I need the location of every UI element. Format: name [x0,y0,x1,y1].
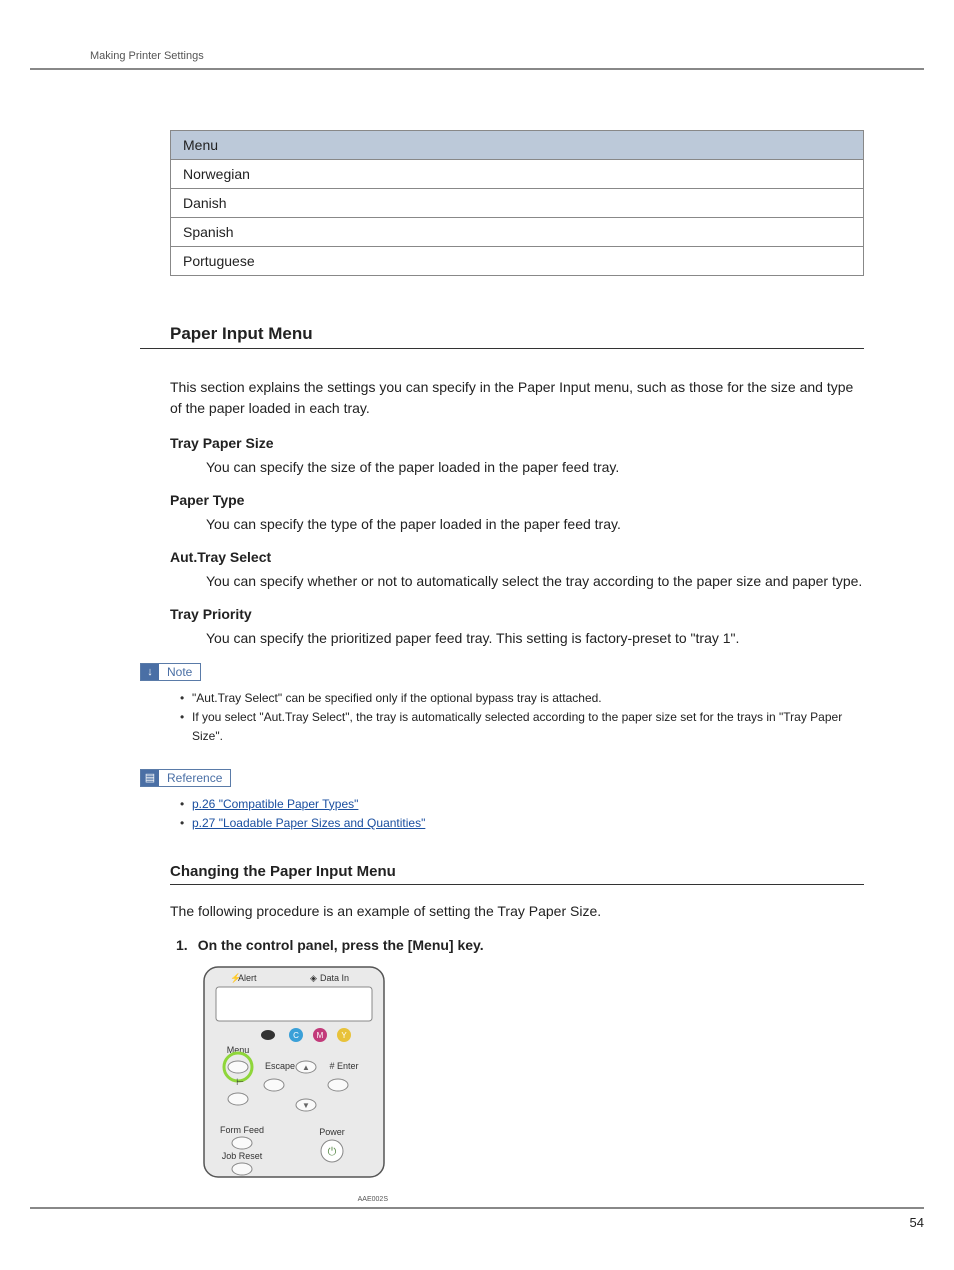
escape-button[interactable] [264,1079,284,1091]
svg-text:# Enter: # Enter [329,1061,358,1071]
svg-text:Data In: Data In [320,973,349,983]
procedure-intro: The following procedure is an example of… [170,903,864,919]
data-in-label: ◈ [310,973,317,983]
menu-table-header: Menu [171,131,864,160]
step-list: 1. On the control panel, press the [Menu… [176,937,864,953]
page-number: 54 [910,1215,924,1230]
step-item: 1. On the control panel, press the [Menu… [176,937,864,953]
section-intro: This section explains the settings you c… [170,377,864,419]
note-bullet: "Aut.Tray Select" can be specified only … [180,689,864,708]
note-list: "Aut.Tray Select" can be specified only … [180,689,864,747]
item-title: Aut.Tray Select [170,549,864,565]
item-desc: You can specify the size of the paper lo… [206,457,864,478]
document-icon: ▤ [141,770,159,786]
arrow-up-icon: ▲ [302,1063,310,1072]
item-title: Paper Type [170,492,864,508]
reference-callout: ▤ Reference [140,769,231,787]
reference-list: p.26 "Compatible Paper Types" p.27 "Load… [180,795,864,833]
menu-button[interactable] [228,1061,248,1073]
menu-row: Portuguese [171,247,864,276]
item-title: Tray Priority [170,606,864,622]
item-title: Tray Paper Size [170,435,864,451]
online-button[interactable] [228,1093,248,1105]
step-text: On the control panel, press the [Menu] k… [198,937,484,953]
page-footer: 54 [30,1207,924,1230]
menu-row: Spanish [171,218,864,247]
menu-row: Norwegian [171,160,864,189]
subsection-title: Changing the Paper Input Menu [170,863,864,885]
arrow-down-icon: ▼ [302,1101,310,1110]
form-feed-button[interactable] [232,1137,252,1149]
menu-table: Menu Norwegian Danish Spanish Portuguese [170,130,864,276]
running-title: Making Printer Settings [90,50,204,62]
svg-text:Power: Power [319,1127,345,1137]
enter-button[interactable] [328,1079,348,1091]
control-panel-figure: ⚡ Alert ◈ Data In C M Y Menu Escape ▲ # [202,965,864,1210]
item-desc: You can specify the prioritized paper fe… [206,628,864,649]
job-reset-button[interactable] [232,1163,252,1175]
reference-link[interactable]: p.27 "Loadable Paper Sizes and Quantitie… [192,816,425,830]
menu-row: Danish [171,189,864,218]
note-label: Note [159,665,200,679]
item-desc: You can specify whether or not to automa… [206,571,864,592]
setting-item: Aut.Tray Select You can specify whether … [170,549,864,592]
reference-link[interactable]: p.26 "Compatible Paper Types" [192,797,358,811]
svg-text:Escape: Escape [265,1061,295,1071]
control-panel-svg: ⚡ Alert ◈ Data In C M Y Menu Escape ▲ # [202,965,392,1205]
online-label: ⊢ [236,1077,244,1087]
note-callout: ↓ Note [140,663,201,681]
svg-text:Alert: Alert [238,973,257,983]
svg-text:Form Feed: Form Feed [220,1125,264,1135]
reference-label: Reference [159,771,230,785]
note-bullet: If you select "Aut.Tray Select", the tra… [180,708,864,746]
setting-item: Tray Priority You can specify the priori… [170,606,864,649]
arrow-down-icon: ↓ [141,664,159,680]
figure-code: AAE002S [358,1196,389,1203]
svg-text:C: C [293,1031,299,1040]
item-desc: You can specify the type of the paper lo… [206,514,864,535]
step-number: 1. [176,937,188,953]
running-header: Making Printer Settings [30,0,924,70]
power-icon: ⏻ [328,1146,337,1158]
setting-item: Paper Type You can specify the type of t… [170,492,864,535]
svg-text:M: M [317,1031,324,1040]
section-title: Paper Input Menu [140,324,864,349]
svg-text:Job Reset: Job Reset [222,1151,263,1161]
svg-text:Y: Y [341,1031,347,1040]
setting-item: Tray Paper Size You can specify the size… [170,435,864,478]
